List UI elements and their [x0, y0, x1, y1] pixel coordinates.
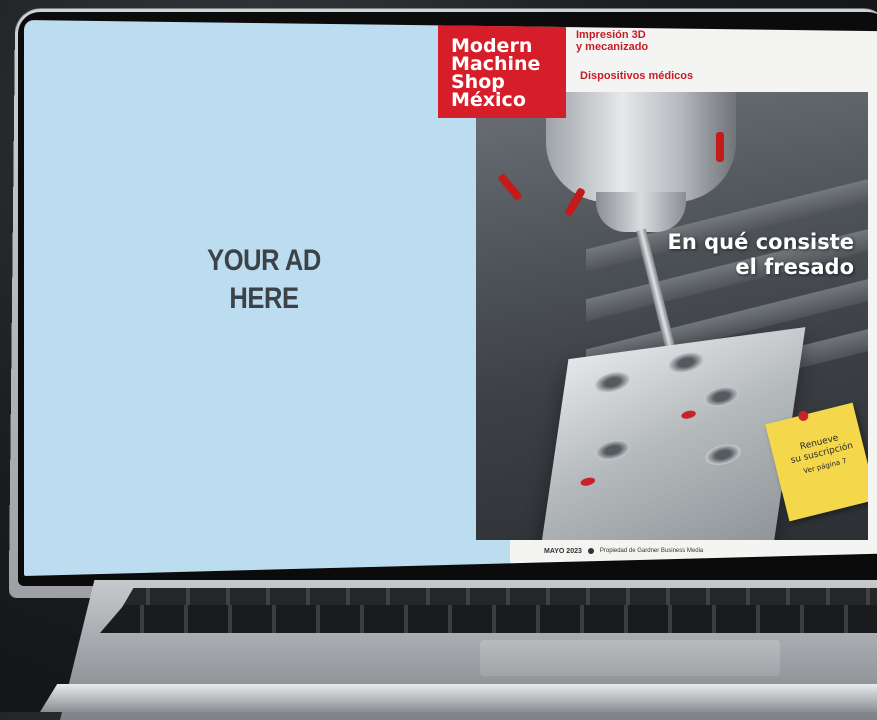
headline-line1: En qué consiste: [667, 230, 854, 254]
machine-spindle: [546, 92, 736, 202]
renewal-sticky-note[interactable]: Renueve su suscripción Ver página 7: [765, 402, 868, 522]
logo-line4: México: [451, 89, 526, 111]
cover-photo-milling-machine: En qué consiste el fresado Renueve su su…: [476, 92, 868, 540]
trackpad[interactable]: [480, 640, 780, 676]
workpiece-hole: [593, 369, 632, 395]
headline-line2: el fresado: [735, 255, 854, 279]
workpiece-hole: [593, 437, 632, 463]
bullet-icon: [587, 548, 594, 554]
coolant-pipe: [716, 132, 724, 162]
laptop: YOUR AD HERE En qué consiste el fresado …: [0, 0, 877, 720]
coolant-pipe: [564, 187, 586, 217]
publisher-credit: Propiedad de Gardner Business Media: [599, 548, 704, 554]
keyboard-row: [100, 605, 877, 633]
cover-tagline-medical-devices: Dispositivos médicos: [580, 70, 694, 82]
tagline1-line2: y mecanizado: [576, 41, 649, 53]
laptop-screen: YOUR AD HERE En qué consiste el fresado …: [24, 20, 877, 576]
issue-date: MAYO 2023: [544, 547, 582, 555]
ad-placeholder-text: YOUR AD HERE: [179, 242, 349, 318]
ad-text-line2: HERE: [229, 282, 299, 315]
sticky-note-text: Renueve su suscripción Ver página 7: [777, 428, 867, 482]
cover-headline: En qué consiste el fresado: [614, 230, 854, 280]
ad-text-line1: YOUR AD: [207, 244, 321, 277]
workpiece-hole: [704, 442, 743, 467]
magazine-cover[interactable]: En qué consiste el fresado Renueve su su…: [438, 20, 877, 576]
cover-tagline-3d-printing: Impresión 3D y mecanizado: [576, 29, 696, 53]
workpiece-hole: [702, 384, 741, 409]
magazine-logo: Modern Machine Shop México: [438, 20, 566, 118]
red-marker: [580, 476, 596, 487]
spindle-collet: [596, 192, 686, 232]
red-marker: [680, 409, 697, 420]
aluminum-workpiece: [536, 327, 806, 540]
tagline1-line1: Impresión 3D: [576, 29, 646, 41]
pin-icon: [797, 409, 810, 422]
coolant-pipe: [497, 172, 523, 202]
laptop-front-edge: [40, 684, 877, 712]
workpiece-hole: [667, 350, 706, 375]
